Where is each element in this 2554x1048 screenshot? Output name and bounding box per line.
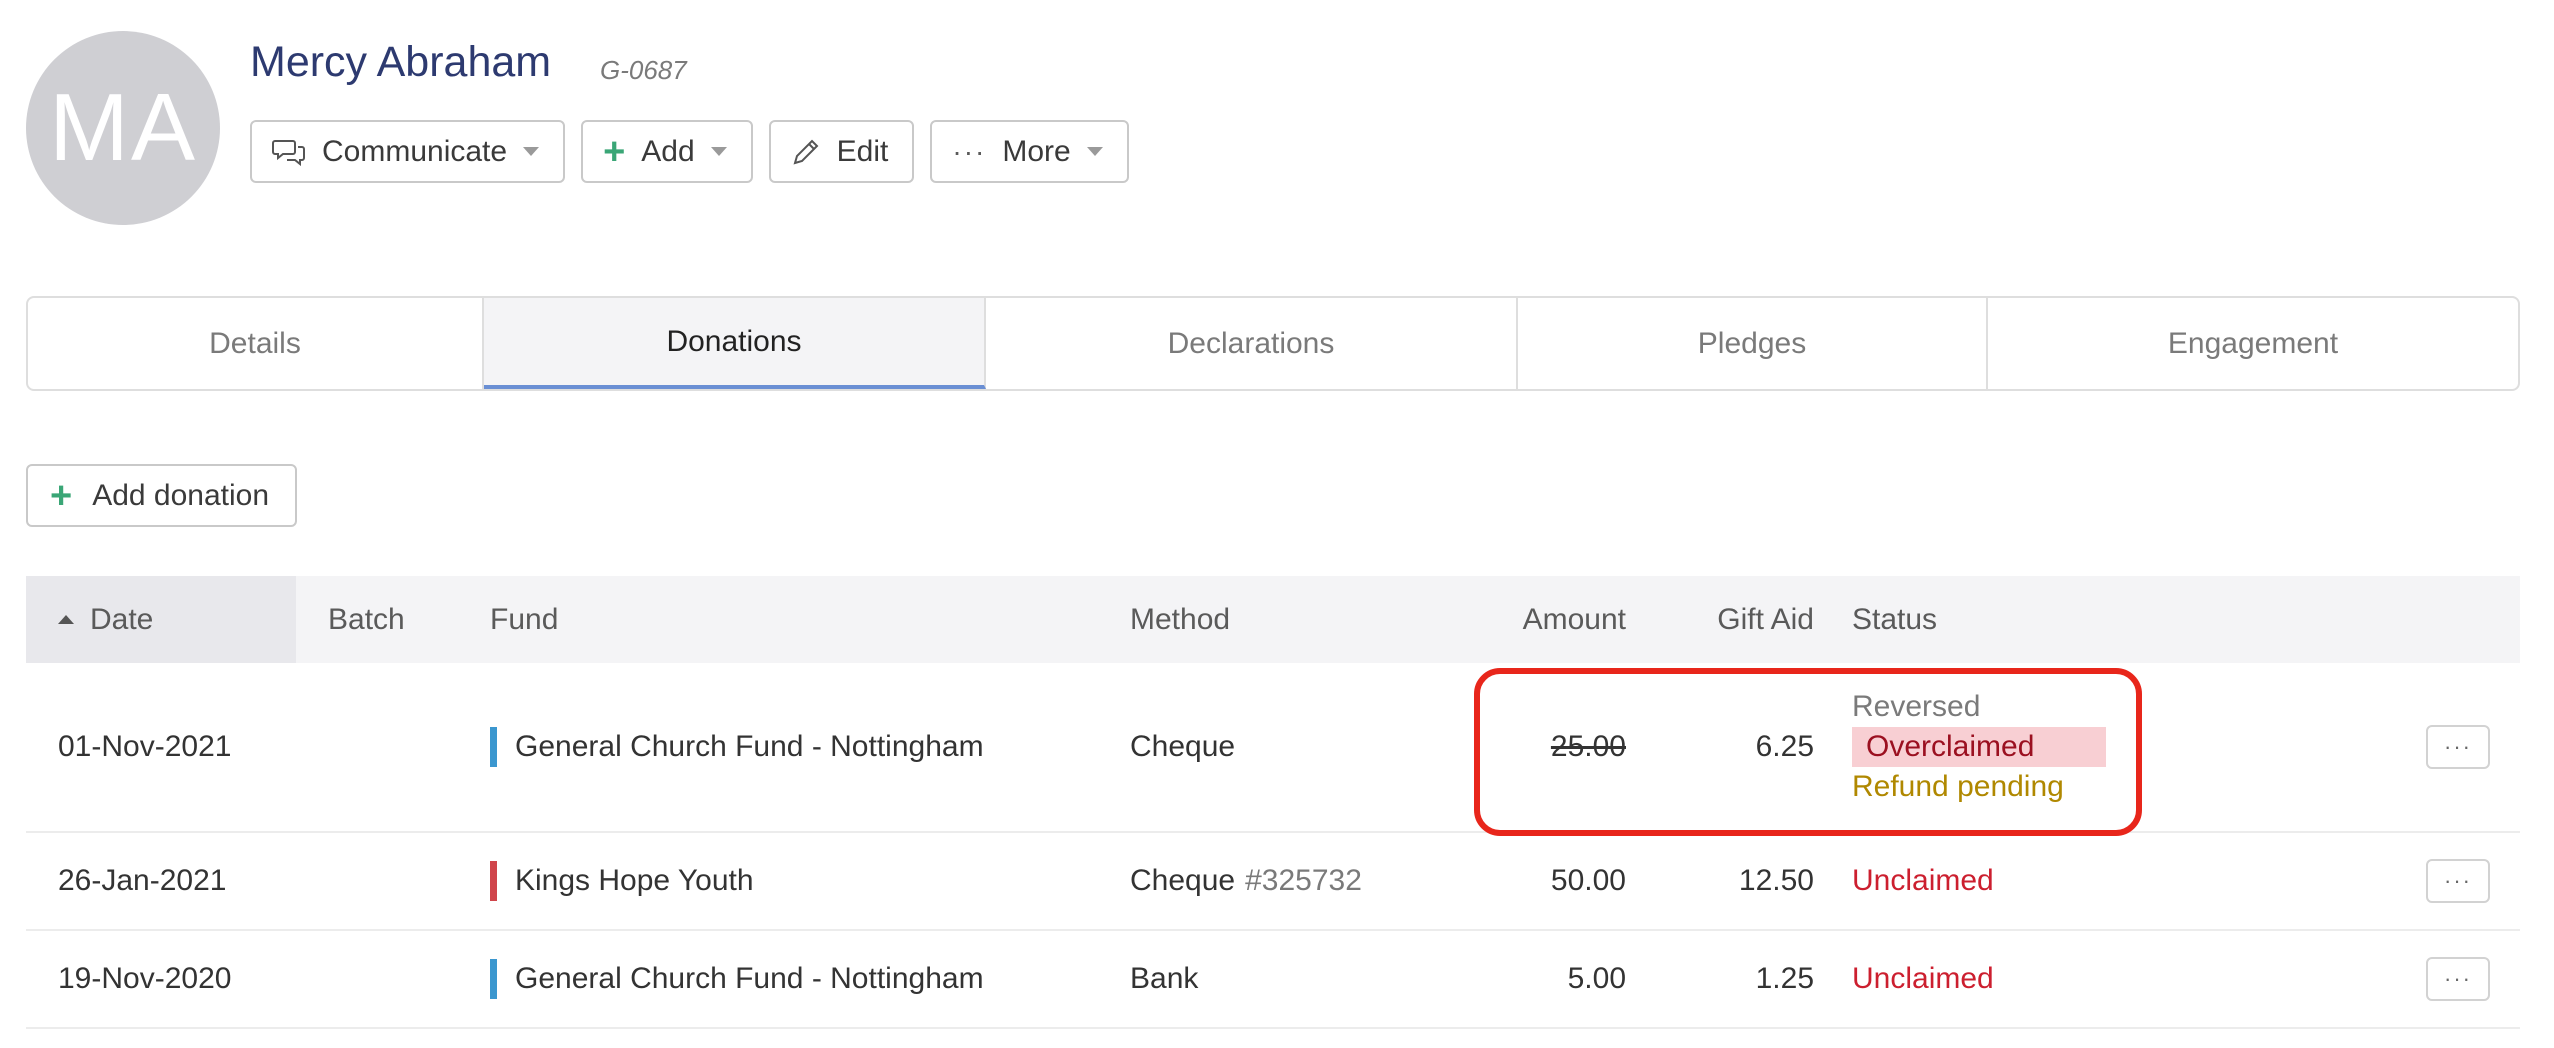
date-cell: 01-Nov-2021 <box>58 730 232 763</box>
tab-details[interactable]: Details <box>28 298 484 389</box>
edit-label: Edit <box>836 134 889 168</box>
communicate-button[interactable]: Communicate <box>250 120 566 183</box>
fund-color-marker <box>490 727 497 767</box>
status-cell: Reversed Overclaimed Refund pending <box>1852 663 2106 831</box>
method-reference: #325732 <box>1245 864 1362 897</box>
table-row[interactable]: 01-Nov-2021 General Church Fund - Nottin… <box>26 663 2520 833</box>
column-header-label: Date <box>90 602 154 636</box>
method-cell: Cheque <box>1130 730 1236 763</box>
table-row[interactable]: 26-Jan-2021 Kings Hope Youth Cheque #325… <box>26 833 2520 931</box>
gift-aid-cell: 12.50 <box>1738 864 1814 897</box>
fund-cell: General Church Fund - Nottingham <box>490 931 984 1027</box>
profile-tabs: Details Donations Declarations Pledges E… <box>26 296 2520 391</box>
column-header-fund[interactable]: Fund <box>490 576 558 663</box>
more-button[interactable]: ··· More <box>930 120 1129 183</box>
amount-cell: 25.00 <box>1550 730 1626 763</box>
column-header-method[interactable]: Method <box>1130 576 1230 663</box>
tab-declarations[interactable]: Declarations <box>986 298 1518 389</box>
chevron-down-icon <box>710 147 727 156</box>
date-cell: 19-Nov-2020 <box>58 962 232 995</box>
fund-cell: General Church Fund - Nottingham <box>490 663 984 831</box>
method-cell: Cheque #325732 <box>1130 833 1362 929</box>
method-name: Cheque <box>1130 864 1236 897</box>
status-unclaimed: Unclaimed <box>1852 864 1994 897</box>
method-cell: Bank <box>1130 962 1199 995</box>
donor-profile-page: MA Mercy Abraham G-0687 Communicate + Ad… <box>0 0 2554 1048</box>
column-header-gift-aid[interactable]: Gift Aid <box>1626 576 1814 663</box>
ellipsis-icon: ··· <box>952 135 987 167</box>
fund-name: General Church Fund - Nottingham <box>515 962 984 995</box>
add-label: Add <box>641 134 695 168</box>
status-overclaimed: Overclaimed <box>1852 727 2106 767</box>
row-menu-button[interactable]: ··· <box>2426 957 2490 1001</box>
avatar: MA <box>26 31 220 225</box>
plus-icon: + <box>50 474 73 517</box>
row-menu-button[interactable]: ··· <box>2426 725 2490 769</box>
fund-name: Kings Hope Youth <box>515 864 754 897</box>
communicate-label: Communicate <box>322 134 508 168</box>
pencil-icon <box>791 137 821 167</box>
action-toolbar: Communicate + Add Edit ··· More <box>250 120 1129 183</box>
donations-table: Date Batch Fund Method Amount Gift Aid S… <box>26 576 2520 1029</box>
person-id: G-0687 <box>600 55 687 85</box>
table-row[interactable]: 19-Nov-2020 General Church Fund - Nottin… <box>26 931 2520 1029</box>
amount-cell: 5.00 <box>1567 962 1626 995</box>
plus-icon: + <box>603 130 626 173</box>
more-label: More <box>1002 134 1071 168</box>
chevron-down-icon <box>523 147 540 156</box>
add-donation-label: Add donation <box>92 478 270 512</box>
amount-cell: 50.00 <box>1550 864 1626 897</box>
date-cell: 26-Jan-2021 <box>58 864 227 897</box>
table-header: Date Batch Fund Method Amount Gift Aid S… <box>26 576 2520 663</box>
add-donation-button[interactable]: + Add donation <box>26 464 298 527</box>
add-button[interactable]: + Add <box>581 120 753 183</box>
sort-ascending-icon <box>58 615 74 624</box>
column-header-batch[interactable]: Batch <box>328 576 405 663</box>
edit-button[interactable]: Edit <box>768 120 915 183</box>
gift-aid-cell: 1.25 <box>1755 962 1814 995</box>
fund-cell: Kings Hope Youth <box>490 833 754 929</box>
person-name: Mercy Abraham <box>250 38 552 86</box>
fund-name: General Church Fund - Nottingham <box>515 730 984 763</box>
fund-color-marker <box>490 959 497 999</box>
tab-donations[interactable]: Donations <box>484 298 986 389</box>
fund-color-marker <box>490 861 497 901</box>
row-menu-button[interactable]: ··· <box>2426 859 2490 903</box>
column-header-amount[interactable]: Amount <box>1426 576 1626 663</box>
chat-bubbles-icon <box>272 137 306 167</box>
status-refund-pending: Refund pending <box>1852 770 2064 803</box>
chevron-down-icon <box>1086 147 1103 156</box>
column-header-status[interactable]: Status <box>1852 576 1937 663</box>
tab-engagement[interactable]: Engagement <box>1988 298 2518 389</box>
status-reversed: Reversed <box>1852 690 1981 723</box>
tab-pledges[interactable]: Pledges <box>1518 298 1988 389</box>
column-header-date[interactable]: Date <box>26 576 296 663</box>
gift-aid-cell: 6.25 <box>1755 730 1814 763</box>
status-unclaimed: Unclaimed <box>1852 962 1994 995</box>
